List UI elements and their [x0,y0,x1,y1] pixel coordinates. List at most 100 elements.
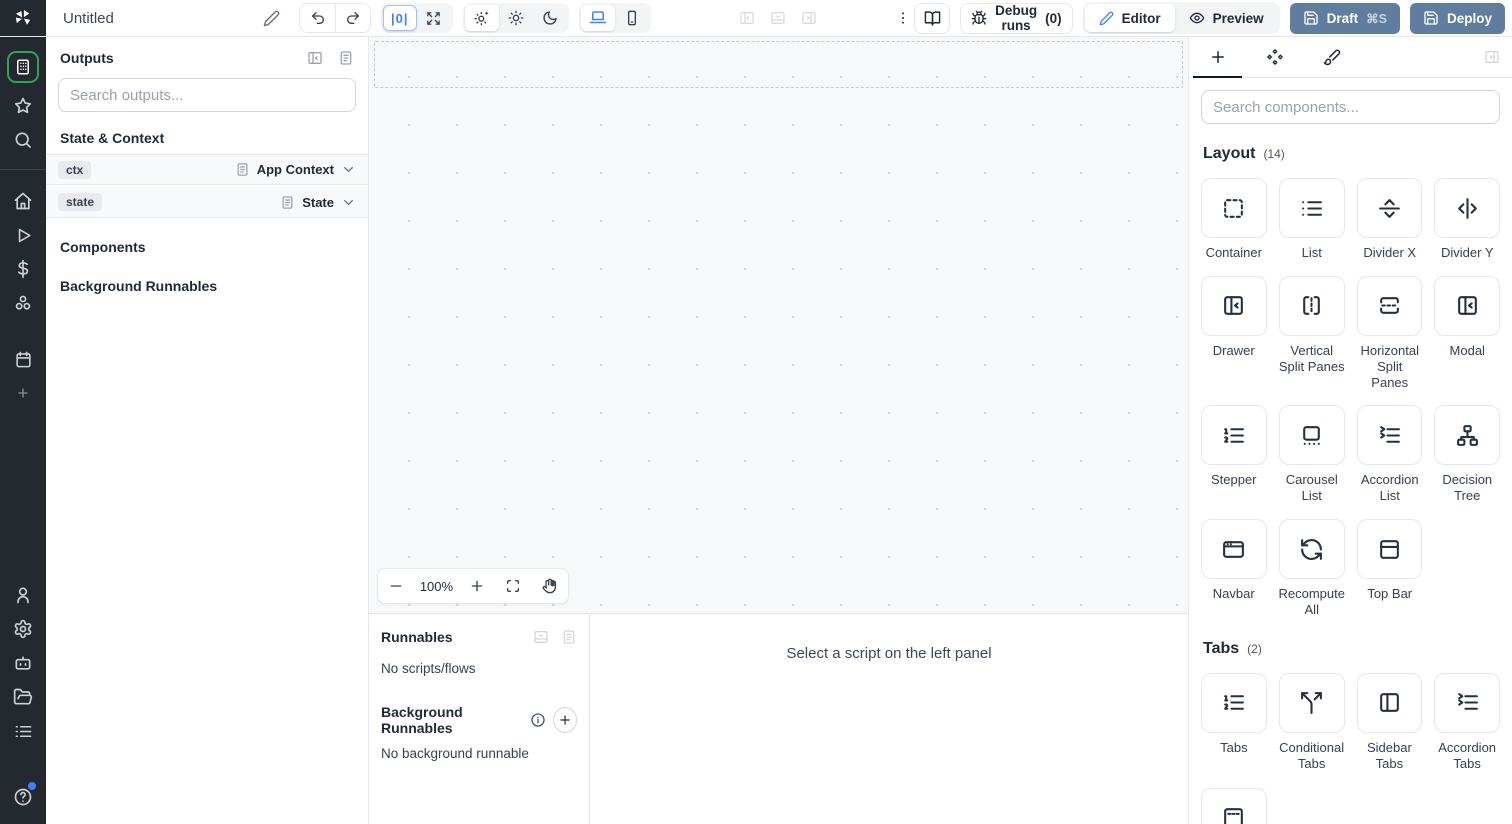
outputs-search[interactable] [58,78,356,112]
component-item: Modal [1434,275,1500,391]
sidebar-item-home[interactable] [0,184,46,218]
sidebar-item-search[interactable] [0,123,46,157]
sidebar-item-runs[interactable] [0,218,46,252]
drawer-card[interactable] [1201,275,1267,336]
rename-app-button[interactable] [259,6,283,30]
panel-right-toggle-icon[interactable] [801,10,817,26]
zoom-out-button[interactable] [383,573,409,599]
divider-x-card[interactable] [1356,178,1423,238]
carousel-icon [1303,426,1321,445]
runnables-title: Runnables [381,629,453,645]
panel-left-icon [1380,693,1399,713]
vertical-split-panes-card[interactable] [1278,275,1345,336]
sidebar-item-ai[interactable] [0,646,46,680]
tab-insert-component[interactable] [1189,37,1246,78]
undo-button[interactable] [300,4,335,32]
draft-button[interactable]: Draft ⌘S [1289,2,1400,34]
state-row[interactable]: state State [46,187,368,218]
outputs-title: Outputs [60,50,114,66]
document-icon[interactable] [338,50,354,66]
app-title[interactable]: Untitled [63,10,114,27]
theme-auto-button[interactable] [464,5,499,31]
carousel-list-card[interactable] [1278,405,1345,466]
docs-button[interactable] [914,2,951,34]
panel-left-toggle-icon[interactable] [739,10,755,26]
decision-tree-card[interactable] [1434,405,1500,466]
partial-component-card[interactable] [1201,787,1267,824]
stepper-card[interactable] [1201,405,1267,466]
preview-label: Preview [1212,10,1264,26]
component-item: Top Bar [1356,519,1423,618]
pan-button[interactable] [537,573,563,599]
panel-right-collapse-icon[interactable] [1484,49,1500,65]
more-menu-button[interactable] [893,4,914,32]
component-item: Container [1201,178,1267,261]
accordion-list-card[interactable] [1356,405,1423,466]
divider-y-card[interactable] [1434,178,1500,238]
navbar-card[interactable] [1201,519,1267,580]
tabs-card[interactable] [1201,672,1267,733]
sidebar-item-favorites[interactable] [0,89,46,123]
editor-tab[interactable]: Editor [1084,4,1175,32]
sidebar-item-folders[interactable] [0,680,46,714]
sidebar-item-workers[interactable] [0,714,46,748]
fit-view-button[interactable] [417,5,451,31]
sidebar-item-settings[interactable] [0,612,46,646]
ctx-row[interactable]: ctx App Context [46,154,368,185]
fit-canvas-button[interactable] [500,573,526,599]
preview-tab[interactable]: Preview [1175,4,1278,32]
desktop-view-button[interactable] [580,5,615,31]
theme-light-button[interactable] [499,5,533,31]
sidebar-item-add[interactable] [0,376,46,410]
conditional-tabs-card[interactable] [1278,672,1345,733]
zoom-reset-button[interactable]: |0| [382,5,417,31]
component-item: Divider X [1356,178,1423,261]
plus-icon [1211,51,1224,63]
theme-dark-button[interactable] [533,5,567,31]
paintbrush-icon [1323,49,1340,66]
panel-bottom-toggle-icon[interactable] [770,10,786,26]
accordion-tabs-card[interactable] [1434,672,1500,733]
modal-card[interactable] [1434,275,1500,336]
tab-styling[interactable] [1303,37,1360,77]
component-item: Drawer [1201,275,1267,391]
document-icon[interactable] [561,629,577,645]
mobile-view-button[interactable] [615,5,649,31]
chevron-down-icon[interactable] [341,162,356,177]
draft-label: Draft [1326,10,1359,26]
container-card[interactable] [1201,178,1267,238]
sidebar-tabs-card[interactable] [1356,672,1423,733]
redo-button[interactable] [335,4,370,32]
horizontal-split-panes-card[interactable] [1356,275,1423,336]
add-background-runnable-button[interactable] [553,707,577,733]
partial-components-grid [1201,787,1500,824]
sidebar-item-apps[interactable] [7,51,39,83]
debug-runs-count: (0) [1045,10,1062,26]
component-item: Sidebar Tabs [1356,672,1423,772]
zoom-in-button[interactable] [464,573,490,599]
sidebar-item-schedules[interactable] [0,342,46,376]
info-icon[interactable] [530,712,546,728]
sidebar-item-resources[interactable] [0,286,46,320]
sidebar-item-help[interactable] [0,780,46,814]
collapse-panel-icon[interactable] [307,50,323,66]
app-canvas[interactable]: 100% [369,37,1188,613]
outputs-search-input[interactable] [70,86,344,104]
debug-runs-button[interactable]: Debug runs (0) [960,2,1073,34]
windmill-logo[interactable] [0,0,46,36]
chevron-down-icon[interactable] [341,195,356,210]
ctx-type: App Context [256,162,334,177]
components-search-input[interactable] [1213,98,1488,116]
panel-bottom-icon[interactable] [533,629,549,645]
top-bar-card[interactable] [1356,519,1423,580]
tab-component-tree[interactable] [1246,37,1303,77]
sidebar-item-account[interactable] [0,578,46,612]
components-search[interactable] [1201,90,1500,124]
canvas-dropzone[interactable] [374,41,1183,88]
deploy-button[interactable]: Deploy [1409,2,1505,34]
app-title-group: Untitled [63,6,283,30]
recompute-all-card[interactable] [1278,519,1345,580]
list-card[interactable] [1278,178,1345,238]
editor-label: Editor [1121,10,1161,26]
sidebar-item-variables[interactable] [0,252,46,286]
